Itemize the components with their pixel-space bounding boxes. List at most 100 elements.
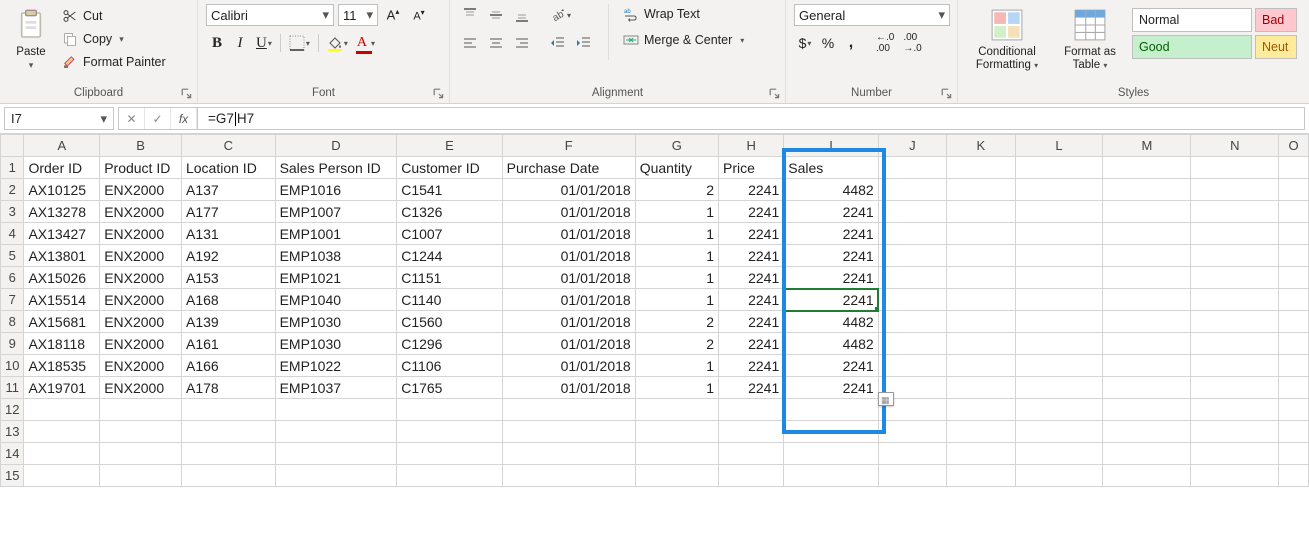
cell[interactable] [1279,289,1309,311]
font-name-select[interactable]: Calibri ▾ [206,4,334,26]
cell[interactable]: 1 [635,245,718,267]
cell[interactable]: 2241 [719,267,784,289]
col-header-A[interactable]: A [24,135,100,157]
cell[interactable]: AX18118 [24,333,100,355]
percent-button[interactable]: % [817,32,839,54]
cell[interactable]: 1 [635,201,718,223]
cell[interactable]: 2241 [719,201,784,223]
cell[interactable]: 2 [635,333,718,355]
cell[interactable]: 01/01/2018 [502,333,635,355]
cell[interactable] [502,443,635,465]
orientation-button[interactable]: ab▾ [546,4,575,26]
col-header-F[interactable]: F [502,135,635,157]
cell[interactable] [181,443,275,465]
cell[interactable] [24,443,100,465]
cell[interactable] [1015,245,1103,267]
cell[interactable] [1015,201,1103,223]
decrease-font-button[interactable]: A▾ [408,4,430,26]
cell[interactable] [1015,377,1103,399]
comma-button[interactable]: , [840,32,862,54]
cell[interactable]: EMP1001 [275,223,397,245]
number-format-select[interactable]: General ▾ [794,4,950,26]
dialog-launcher-icon[interactable] [941,88,953,100]
cell[interactable]: AX15681 [24,311,100,333]
cell[interactable]: Price [719,157,784,179]
cell[interactable] [878,443,946,465]
italic-button[interactable]: I [229,32,251,54]
cell[interactable]: A178 [181,377,275,399]
cell[interactable] [1015,311,1103,333]
cell[interactable]: C1007 [397,223,502,245]
cell[interactable] [1191,245,1279,267]
cell[interactable]: A131 [181,223,275,245]
cell[interactable] [947,465,1015,487]
cell[interactable] [1103,311,1191,333]
cell[interactable] [1279,355,1309,377]
cell[interactable] [1191,201,1279,223]
cell[interactable]: A166 [181,355,275,377]
cell[interactable]: A177 [181,201,275,223]
cell[interactable] [784,443,878,465]
cell[interactable] [1015,179,1103,201]
cell[interactable]: Product ID [100,157,182,179]
cell[interactable]: 01/01/2018 [502,201,635,223]
cell[interactable] [1191,399,1279,421]
cell[interactable] [1103,267,1191,289]
format-as-table-button[interactable]: Format as Table ▾ [1054,4,1126,76]
cell[interactable] [1015,289,1103,311]
cell[interactable] [1191,443,1279,465]
cell[interactable]: ENX2000 [100,179,182,201]
cell[interactable]: 1 [635,355,718,377]
cell[interactable] [947,377,1015,399]
cell[interactable] [784,399,878,421]
row-header-15[interactable]: 15 [1,465,24,487]
select-all-corner[interactable] [1,135,24,157]
cell[interactable] [878,201,946,223]
cell[interactable] [1191,311,1279,333]
cell[interactable]: 2241 [784,377,878,399]
cell[interactable] [1103,333,1191,355]
borders-button[interactable]: ▾ [285,32,314,54]
cell[interactable] [1191,377,1279,399]
row-header-5[interactable]: 5 [1,245,24,267]
cell[interactable]: EMP1021 [275,267,397,289]
name-box[interactable]: I7 ▾ [4,107,114,130]
style-neutral[interactable]: Neut [1255,35,1297,59]
cell[interactable]: 2241 [784,267,878,289]
cell[interactable]: EMP1030 [275,333,397,355]
col-header-E[interactable]: E [397,135,502,157]
cell[interactable]: 2241 [784,201,878,223]
cell[interactable]: AX10125 [24,179,100,201]
row-header-10[interactable]: 10 [1,355,24,377]
cell[interactable] [1279,399,1309,421]
row-header-4[interactable]: 4 [1,223,24,245]
cell[interactable]: Sales [784,157,878,179]
cell[interactable] [878,333,946,355]
cell[interactable] [1279,201,1309,223]
cell[interactable]: AX15514 [24,289,100,311]
cell[interactable]: C1326 [397,201,502,223]
row-header-7[interactable]: 7 [1,289,24,311]
cell[interactable]: 2241 [719,289,784,311]
cell[interactable]: 2241 [719,377,784,399]
col-header-J[interactable]: J [878,135,946,157]
cell[interactable] [947,333,1015,355]
cut-button[interactable]: Cut [60,6,168,26]
cell[interactable] [1279,223,1309,245]
row-header-2[interactable]: 2 [1,179,24,201]
cell[interactable]: A168 [181,289,275,311]
decrease-indent-button[interactable] [546,32,570,54]
wrap-text-button[interactable]: ab Wrap Text [621,4,746,24]
cell[interactable] [502,465,635,487]
cell[interactable]: AX19701 [24,377,100,399]
cell[interactable] [181,465,275,487]
cell[interactable] [1015,465,1103,487]
fill-handle-icon[interactable] [875,307,879,311]
align-middle-button[interactable] [484,4,508,26]
cell[interactable] [1191,421,1279,443]
cell[interactable]: 1 [635,267,718,289]
cell[interactable] [1279,157,1309,179]
increase-indent-button[interactable] [572,32,596,54]
cell[interactable] [1191,289,1279,311]
style-normal[interactable]: Normal [1132,8,1252,32]
